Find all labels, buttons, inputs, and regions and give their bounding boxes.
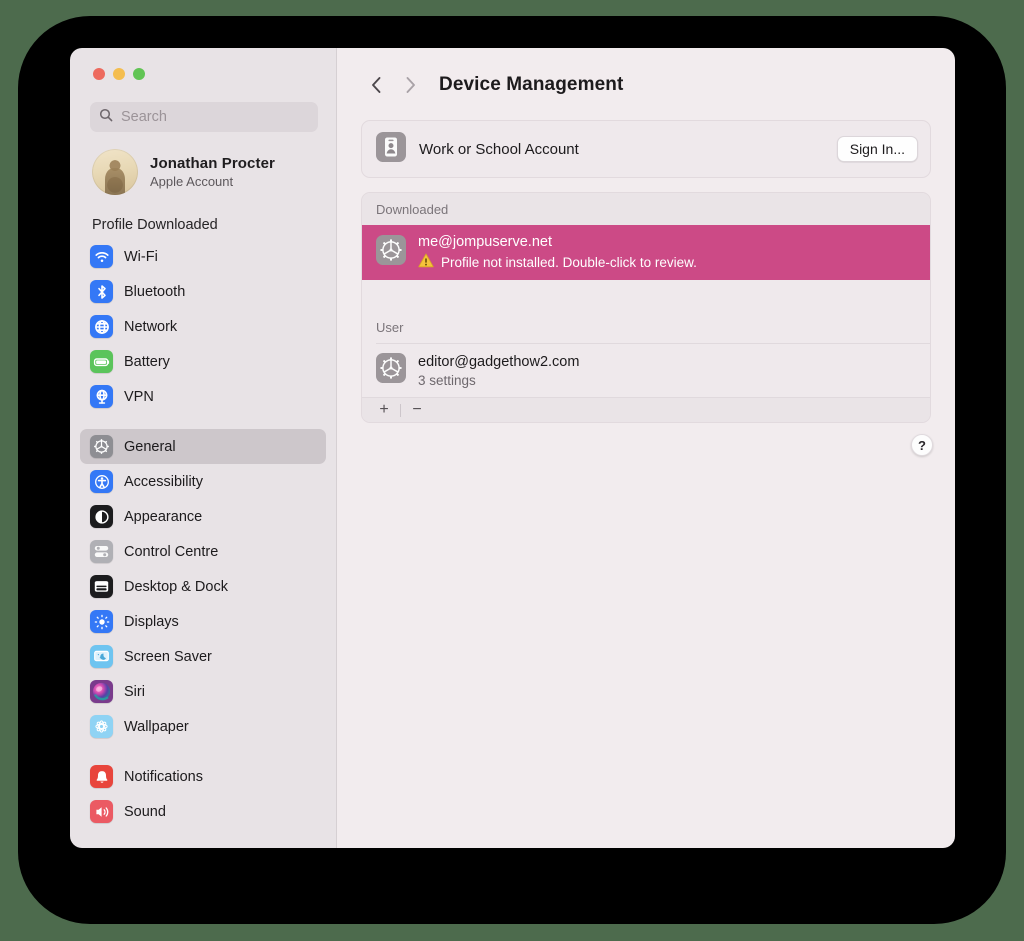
avatar xyxy=(92,149,138,195)
search-input[interactable]: Search xyxy=(90,102,318,132)
profile-status-note: Profile Downloaded xyxy=(92,217,218,233)
appearance-icon xyxy=(90,505,113,528)
vpn-icon xyxy=(90,385,113,408)
search-placeholder: Search xyxy=(121,109,167,125)
sidebar-item-screen-saver[interactable]: Screen Saver xyxy=(80,639,326,674)
sidebar-item-label: Desktop & Dock xyxy=(124,578,228,595)
profile-subtitle-wrap: Profile not installed. Double-click to r… xyxy=(418,253,697,271)
group-header-user: User xyxy=(376,320,404,335)
profile-subtitle: 3 settings xyxy=(418,372,476,388)
wifi-icon xyxy=(90,245,113,268)
sidebar-item-label: Control Centre xyxy=(124,543,219,560)
battery-icon xyxy=(90,350,113,373)
sidebar-item-label: Network xyxy=(124,318,178,335)
sidebar-item-label: Bluetooth xyxy=(124,283,186,300)
profiles-list-card: Downloaded me@jompuserve.net Profile not… xyxy=(361,192,931,423)
content-header: Device Management xyxy=(337,48,955,100)
sidebar-item-wi-fi[interactable]: Wi-Fi xyxy=(80,239,326,274)
accessibility-icon xyxy=(90,470,113,493)
group-header-downloaded: Downloaded xyxy=(362,193,930,225)
account-name: Jonathan Procter xyxy=(150,155,275,172)
network-globe-icon xyxy=(90,315,113,338)
sidebar-item-label: Battery xyxy=(124,353,170,370)
profile-gear-icon xyxy=(376,353,406,388)
sidebar-item-label: Wallpaper xyxy=(124,718,189,735)
sidebar-item-label: General xyxy=(124,438,176,455)
chevron-right-icon xyxy=(406,77,415,93)
sidebar-item-label: Displays xyxy=(124,613,179,630)
sidebar-item-label: Siri xyxy=(124,683,145,700)
warning-triangle-icon xyxy=(418,253,434,271)
sidebar-item-desktop-dock[interactable]: Desktop & Dock xyxy=(80,569,326,604)
sidebar-item-control-centre[interactable]: Control Centre xyxy=(80,534,326,569)
sidebar-item-network[interactable]: Network xyxy=(80,309,326,344)
sidebar-item-label: Sound xyxy=(124,803,166,820)
screen-saver-icon xyxy=(90,645,113,668)
bluetooth-icon xyxy=(90,280,113,303)
control-centre-icon xyxy=(90,540,113,563)
profile-row-user[interactable]: editor@gadgethow2.com 3 settings xyxy=(362,344,930,397)
sidebar-item-label: Notifications xyxy=(124,768,203,785)
back-button[interactable] xyxy=(359,70,393,100)
sidebar-nav: Wi-Fi Bluetooth Network Battery VPN Gene… xyxy=(70,239,336,829)
profile-gear-icon xyxy=(376,235,406,270)
account-subtitle: Apple Account xyxy=(150,174,234,189)
work-account-label: Work or School Account xyxy=(419,140,579,158)
work-account-card: Work or School Account Sign In... xyxy=(361,120,931,178)
chevron-left-icon xyxy=(371,77,380,93)
zoom-button[interactable] xyxy=(133,68,145,80)
profile-title: editor@gadgethow2.com xyxy=(418,353,580,370)
sound-icon xyxy=(90,800,113,823)
sidebar: Search Jonathan Procter Apple Account Pr… xyxy=(70,48,337,848)
notifications-icon xyxy=(90,765,113,788)
work-account-row[interactable]: Work or School Account Sign In... xyxy=(362,121,930,177)
minimize-button[interactable] xyxy=(113,68,125,80)
forward-button[interactable] xyxy=(393,70,427,100)
sidebar-item-label: Wi-Fi xyxy=(124,248,158,265)
sidebar-item-bluetooth[interactable]: Bluetooth xyxy=(80,274,326,309)
sidebar-item-general[interactable]: General xyxy=(80,429,326,464)
account-row[interactable]: Jonathan Procter Apple Account xyxy=(92,149,336,195)
id-card-icon xyxy=(376,131,406,167)
sidebar-item-label: Appearance xyxy=(124,508,203,525)
siri-icon xyxy=(90,680,113,703)
wallpaper-icon xyxy=(90,715,113,738)
sign-in-button[interactable]: Sign In... xyxy=(836,136,918,162)
sidebar-item-sound[interactable]: Sound xyxy=(80,794,326,829)
search-icon xyxy=(99,108,113,127)
window-controls xyxy=(70,48,336,80)
screen: Search Jonathan Procter Apple Account Pr… xyxy=(0,0,1024,941)
sidebar-item-battery[interactable]: Battery xyxy=(80,344,326,379)
sidebar-item-label: VPN xyxy=(124,388,154,405)
list-footer: + − xyxy=(362,397,930,422)
profile-title: me@jompuserve.net xyxy=(418,234,552,250)
remove-profile-button[interactable]: − xyxy=(406,399,428,421)
sidebar-item-notifications[interactable]: Notifications xyxy=(80,759,326,794)
list-spacer xyxy=(362,280,930,306)
sidebar-item-siri[interactable]: Siri xyxy=(80,674,326,709)
footer-divider xyxy=(400,403,401,417)
help-button[interactable]: ? xyxy=(911,434,933,456)
sidebar-item-vpn[interactable]: VPN xyxy=(80,379,326,414)
desktop-dock-icon xyxy=(90,575,113,598)
page-title: Device Management xyxy=(439,74,624,95)
add-profile-button[interactable]: + xyxy=(373,399,395,421)
profile-subtitle: Profile not installed. Double-click to r… xyxy=(441,254,697,270)
sidebar-item-wallpaper[interactable]: Wallpaper xyxy=(80,709,326,744)
content-pane: Device Management Work or School Account xyxy=(337,48,955,848)
sidebar-item-accessibility[interactable]: Accessibility xyxy=(80,464,326,499)
displays-icon xyxy=(90,610,113,633)
profile-row-downloaded[interactable]: me@jompuserve.net Profile not installed.… xyxy=(362,225,930,280)
gear-icon xyxy=(90,435,113,458)
sidebar-item-appearance[interactable]: Appearance xyxy=(80,499,326,534)
close-button[interactable] xyxy=(93,68,105,80)
system-settings-window: Search Jonathan Procter Apple Account Pr… xyxy=(70,48,955,848)
sidebar-item-label: Screen Saver xyxy=(124,648,212,665)
sidebar-item-label: Accessibility xyxy=(124,473,203,490)
sidebar-item-displays[interactable]: Displays xyxy=(80,604,326,639)
